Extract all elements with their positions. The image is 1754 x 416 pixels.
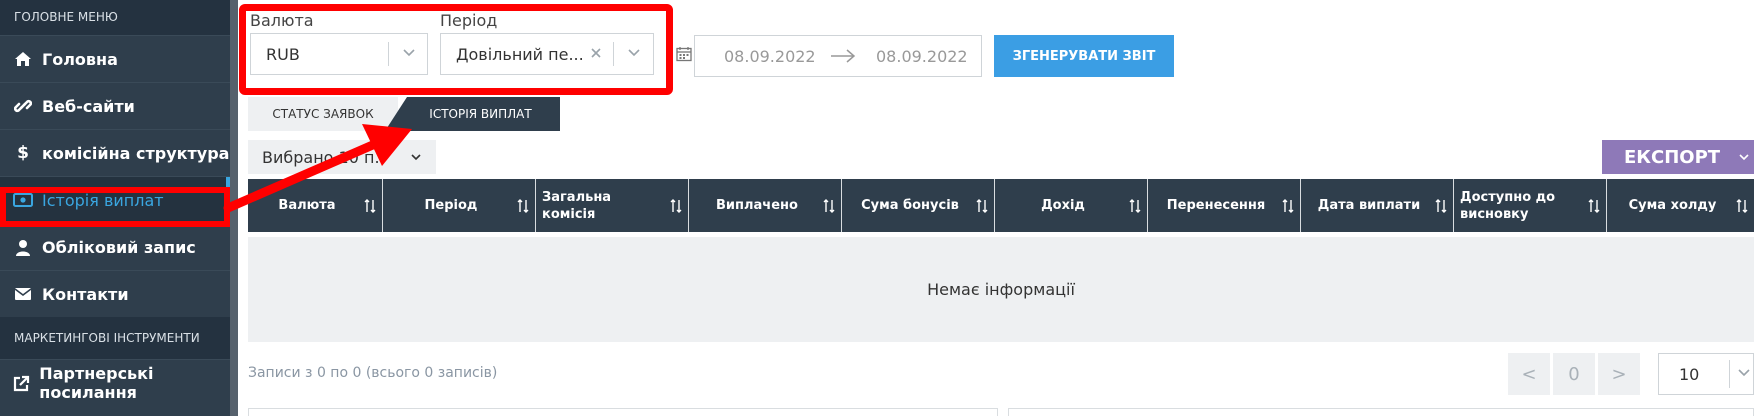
- annotation-arrow: [223, 124, 412, 213]
- page-root: ГОЛОВНЕ МЕНЮ Головна Веб-сайти $ комісій…: [0, 0, 1754, 416]
